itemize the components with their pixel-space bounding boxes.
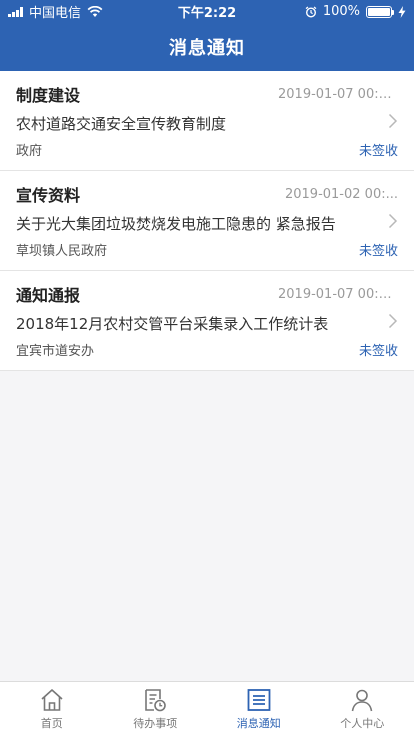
signal-icon	[8, 6, 23, 17]
tab-bar: 首页 待办事项 消息通知 个人中心	[0, 681, 414, 736]
tab-label: 个人中心	[340, 717, 385, 730]
tab-todo[interactable]: 待办事项	[104, 682, 208, 736]
person-icon	[351, 689, 373, 712]
wifi-icon	[87, 5, 103, 17]
status-right: 100%	[305, 4, 406, 19]
message-title: 农村道路交通安全宣传教育制度	[16, 115, 227, 133]
battery-icon	[366, 5, 394, 18]
status-bar: 中国电信 下午2:22 100%	[0, 0, 414, 23]
message-status: 未签收	[358, 344, 398, 359]
message-source: 政府	[16, 144, 43, 159]
message-title: 关于光大集团垃圾焚烧发电施工隐患的 紧急报告	[16, 215, 336, 233]
tab-messages[interactable]: 消息通知	[207, 682, 311, 736]
battery-fill	[368, 7, 390, 16]
message-source: 宜宾市道安办	[16, 344, 95, 359]
message-status: 未签收	[358, 244, 398, 259]
header: 中国电信 下午2:22 100% 消息通知	[0, 0, 414, 71]
message-list: 制度建设 2019-01-07 00:0... 农村道路交通安全宣传教育制度 政…	[0, 71, 414, 371]
battery-percent: 100%	[322, 4, 360, 19]
chevron-right-icon	[388, 213, 398, 229]
charging-icon	[398, 5, 406, 18]
tab-home[interactable]: 首页	[0, 682, 104, 736]
message-time: 2019-01-02 00:...	[284, 186, 398, 202]
page-title: 消息通知	[169, 38, 245, 59]
chevron-right-icon	[388, 313, 398, 329]
message-item[interactable]: 制度建设 2019-01-07 00:0... 农村道路交通安全宣传教育制度 政…	[0, 71, 414, 171]
message-category: 制度建设	[16, 86, 81, 105]
tab-label: 首页	[40, 717, 63, 730]
app-root: 中国电信 下午2:22 100% 消息通知 制度建设 2019-01-07 00…	[0, 0, 414, 736]
message-item[interactable]: 通知通报 2019-01-07 00:0... 2018年12月农村交管平台采集…	[0, 271, 414, 371]
carrier-label: 中国电信	[29, 6, 82, 21]
todo-icon	[145, 689, 167, 712]
message-time: 2019-01-07 00:0...	[278, 86, 398, 102]
tab-label: 消息通知	[236, 717, 281, 730]
message-source: 草坝镇人民政府	[16, 244, 108, 259]
message-time: 2019-01-07 00:0...	[278, 286, 398, 302]
home-icon	[41, 689, 63, 711]
message-status: 未签收	[358, 144, 398, 159]
message-item[interactable]: 宣传资料 2019-01-02 00:... 关于光大集团垃圾焚烧发电施工隐患的…	[0, 171, 414, 271]
chevron-right-icon	[388, 113, 398, 129]
message-icon	[247, 689, 271, 711]
alarm-icon	[305, 5, 317, 18]
tab-profile[interactable]: 个人中心	[311, 682, 414, 736]
status-left: 中国电信	[8, 2, 103, 21]
message-category: 通知通报	[16, 286, 81, 305]
message-title: 2018年12月农村交管平台采集录入工作统计表	[16, 315, 329, 333]
tab-label: 待办事项	[133, 717, 178, 730]
message-category: 宣传资料	[16, 186, 81, 205]
